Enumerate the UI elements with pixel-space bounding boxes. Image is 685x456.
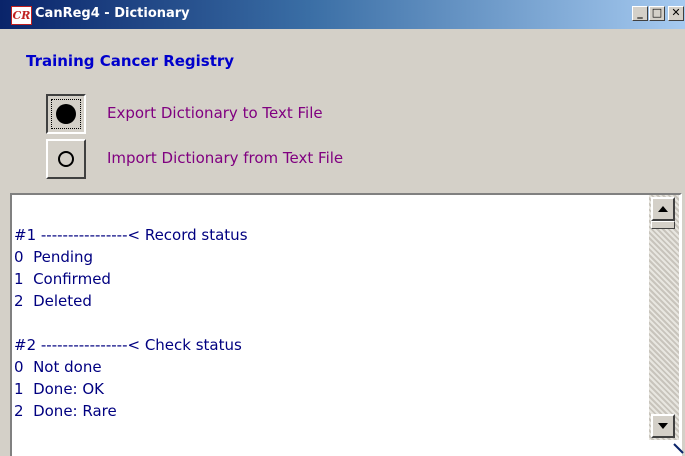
arrow-up-icon: [658, 206, 668, 212]
scroll-up-button[interactable]: [651, 197, 675, 221]
dictionary-text: #1 ----------------< Record status 0 Pend…: [14, 224, 634, 422]
dictionary-line: 1 Confirmed: [14, 270, 111, 288]
import-dictionary-label[interactable]: Import Dictionary from Text File: [107, 149, 343, 167]
empty-circle-icon: [58, 151, 74, 167]
title-bar[interactable]: CR CanReg4 - Dictionary _ □ ✕: [0, 0, 685, 29]
minimize-button[interactable]: _: [632, 6, 648, 21]
close-button[interactable]: ✕: [668, 6, 684, 21]
window-title: CanReg4 - Dictionary: [35, 6, 190, 21]
vertical-scrollbar[interactable]: [649, 195, 679, 440]
export-dictionary-button[interactable]: [46, 94, 86, 134]
dictionary-line: 2 Done: Rare: [14, 402, 117, 420]
export-dictionary-label[interactable]: Export Dictionary to Text File: [107, 104, 323, 122]
canreg-app-icon: CR: [11, 6, 32, 25]
scroll-down-button[interactable]: [651, 414, 675, 438]
dictionary-line: #1 ----------------< Record status: [14, 226, 248, 244]
maximize-button[interactable]: □: [649, 6, 665, 21]
resize-grip-icon[interactable]: [672, 442, 684, 454]
scroll-thumb[interactable]: [651, 221, 675, 229]
dictionary-line: 0 Pending: [14, 248, 94, 266]
filled-circle-icon: [56, 104, 76, 124]
registry-title: Training Cancer Registry: [26, 52, 235, 70]
dictionary-line: #2 ----------------< Check status: [14, 336, 242, 354]
arrow-down-icon: [658, 423, 668, 429]
dictionary-line: 1 Done: OK: [14, 380, 105, 398]
dictionary-line: 2 Deleted: [14, 292, 92, 310]
dictionary-line: 0 Not done: [14, 358, 102, 376]
import-dictionary-button[interactable]: [46, 139, 86, 179]
